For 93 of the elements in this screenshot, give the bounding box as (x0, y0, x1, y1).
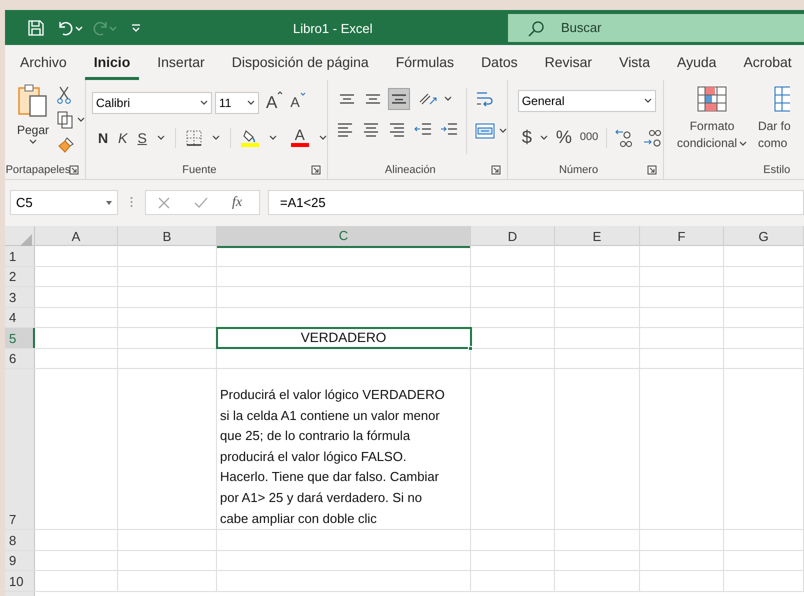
caret-icon (318, 135, 327, 141)
dialog-launcher-icon[interactable] (490, 165, 501, 175)
column-header[interactable]: F (640, 226, 724, 248)
align-icon (390, 94, 407, 104)
column-header[interactable]: E (555, 226, 640, 248)
caret-icon (29, 139, 37, 145)
ribbon-tab[interactable]: Datos (472, 45, 527, 80)
window-title: Libro1 - Excel (293, 20, 372, 38)
paste-button[interactable]: Pegar (15, 84, 51, 154)
italic-button[interactable]: K (118, 128, 128, 148)
caret-icon (498, 128, 507, 134)
vertical-align-button[interactable] (388, 88, 410, 110)
font-size-dropdown[interactable]: 11 (215, 92, 259, 114)
caret-icon (268, 135, 277, 141)
ribbon-tab[interactable]: Revisar (536, 45, 602, 80)
search-icon (528, 20, 545, 36)
cell-text: Producirá el valor lógico VERDADERO si la celda A1 contiene un valor menor que 25; de lo contrario la fórmula producirá el valor lógico FALSO. Hacerlo. Tiene que dar falso. Cambiar por A1> 25 y dará verdadero. Si no cabe ampliar con doble clic (220, 386, 446, 528)
formula-field[interactable]: =A1<25 (268, 190, 804, 215)
thousands-button[interactable]: 000 (580, 129, 598, 146)
caret-icon (77, 117, 85, 123)
fill-color-icon[interactable] (240, 129, 259, 147)
column-header[interactable]: D (471, 226, 555, 248)
search-input[interactable]: Buscar (561, 18, 761, 38)
row-header[interactable]: 8 (5, 530, 35, 550)
row-header[interactable]: 7 (5, 369, 35, 530)
grow-font-button[interactable]: A (266, 90, 284, 116)
align-icon (364, 94, 381, 104)
group-label: Portapapeles (6, 162, 70, 178)
insert-function-button[interactable]: fx (232, 192, 242, 213)
column-header[interactable]: G (724, 226, 804, 248)
ribbon-tab[interactable]: Disposición de página (222, 45, 378, 80)
ribbon-tab[interactable]: Ayuda (668, 45, 726, 80)
group-label: Alineación (384, 162, 436, 178)
align-icon (338, 94, 355, 104)
caret-icon (739, 140, 748, 146)
merge-cells-icon[interactable] (474, 122, 495, 140)
caret-icon (247, 100, 255, 106)
customize-icon[interactable] (131, 22, 141, 32)
dialog-launcher-icon[interactable] (310, 165, 321, 175)
ribbon-tab[interactable]: Archivo (11, 45, 76, 80)
font-color-button[interactable]: A (290, 129, 309, 147)
caret-icon (106, 200, 112, 204)
underline-button[interactable]: S (137, 128, 147, 148)
group-label: Fuente (182, 162, 217, 178)
copy-icon[interactable] (57, 111, 73, 129)
ribbon-tab[interactable]: Acrobat (734, 45, 801, 80)
table-format-button[interactable]: Dar fo como (758, 86, 790, 152)
down-caret-icon (300, 92, 306, 98)
caret-icon (156, 135, 165, 141)
save-icon[interactable] (27, 18, 45, 36)
grip-icon (130, 196, 133, 208)
dialog-launcher-icon[interactable] (647, 165, 658, 175)
column-header[interactable]: C (217, 226, 471, 248)
row-header[interactable]: 1 (5, 246, 35, 266)
conditional-format-button[interactable]: Formato condicional (672, 86, 752, 152)
decrease-decimal-icon[interactable] (643, 128, 664, 148)
bold-button[interactable]: N (98, 128, 108, 148)
row-header[interactable]: 9 (5, 550, 35, 570)
caret-icon (644, 98, 652, 104)
ribbon-tab[interactable]: Fórmulas (386, 45, 464, 80)
cell[interactable]: VERDADERO (217, 328, 471, 348)
cell-text: VERDADERO (300, 329, 386, 347)
row-header[interactable]: 6 (5, 348, 35, 368)
row-header[interactable]: 4 (5, 308, 35, 327)
font-name-dropdown[interactable]: Calibri (92, 92, 212, 114)
triangle-icon (20, 234, 32, 246)
currency-button[interactable]: $ (522, 124, 532, 151)
number-format-dropdown[interactable]: General (518, 90, 656, 112)
ribbon-tab[interactable]: Vista (610, 45, 659, 80)
up-caret-icon (277, 90, 284, 95)
caret-icon (200, 100, 208, 106)
percent-button[interactable]: % (556, 124, 572, 151)
shrink-font-button[interactable]: A (290, 92, 306, 114)
row-header[interactable]: 2 (5, 266, 35, 286)
clipboard-icon (17, 84, 49, 118)
search-field[interactable]: Buscar (508, 14, 804, 42)
group-label: Número (558, 162, 598, 178)
scissors-icon[interactable] (57, 86, 71, 104)
row-header[interactable]: 3 (5, 287, 35, 306)
borders-icon[interactable] (186, 130, 202, 146)
dialog-launcher-icon[interactable] (69, 165, 79, 175)
table-icon (774, 86, 790, 112)
paintbrush-icon[interactable] (57, 136, 75, 154)
group-label: Estilo (763, 162, 790, 178)
name-box[interactable]: C5 (10, 190, 118, 215)
caret-icon (444, 96, 452, 102)
ribbon-tab[interactable]: Insertar (148, 45, 214, 80)
column-header[interactable]: A (35, 226, 118, 248)
caret-icon (540, 134, 548, 140)
row-header[interactable]: 5 (5, 328, 35, 348)
row-header[interactable]: 10 (5, 571, 35, 591)
table-icon (697, 86, 728, 112)
caret-icon (212, 135, 220, 141)
